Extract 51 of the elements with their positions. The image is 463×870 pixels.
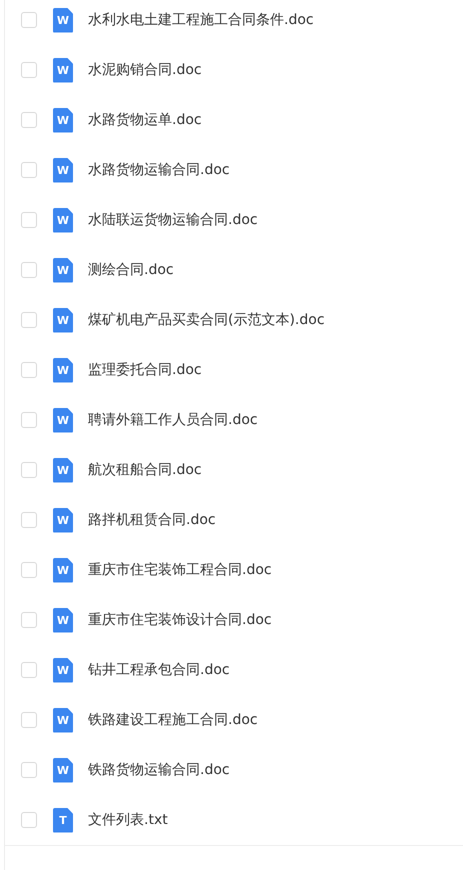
checkbox[interactable] bbox=[21, 162, 37, 178]
file-icon: W bbox=[53, 108, 73, 132]
file-name[interactable]: 聘请外籍工作人员合同.doc bbox=[88, 411, 258, 429]
file-icon: W bbox=[53, 708, 73, 732]
checkbox[interactable] bbox=[21, 462, 37, 478]
file-name[interactable]: 水利水电土建工程施工合同条件.doc bbox=[88, 11, 314, 29]
file-icon: W bbox=[53, 58, 73, 82]
file-name[interactable]: 水泥购销合同.doc bbox=[88, 61, 202, 79]
file-name[interactable]: 重庆市住宅装饰工程合同.doc bbox=[88, 561, 272, 579]
checkbox[interactable] bbox=[21, 562, 37, 578]
checkbox[interactable] bbox=[21, 712, 37, 728]
file-icon: W bbox=[53, 658, 73, 682]
checkbox[interactable] bbox=[21, 662, 37, 678]
file-icon: T bbox=[53, 808, 73, 832]
checkbox[interactable] bbox=[21, 262, 37, 278]
file-icon: W bbox=[53, 258, 73, 282]
checkbox[interactable] bbox=[21, 62, 37, 78]
checkbox[interactable] bbox=[21, 112, 37, 128]
file-icon: W bbox=[53, 158, 73, 182]
file-icon: W bbox=[53, 408, 73, 432]
file-name[interactable]: 铁路货物运输合同.doc bbox=[88, 761, 230, 779]
file-name[interactable]: 钻井工程承包合同.doc bbox=[88, 661, 230, 679]
file-name[interactable]: 文件列表.txt bbox=[88, 811, 168, 829]
file-name[interactable]: 测绘合同.doc bbox=[88, 261, 174, 279]
checkbox[interactable] bbox=[21, 212, 37, 228]
checkbox[interactable] bbox=[21, 412, 37, 428]
checkbox[interactable] bbox=[21, 612, 37, 628]
file-name[interactable]: 铁路建设工程施工合同.doc bbox=[88, 711, 258, 729]
checkbox[interactable] bbox=[21, 312, 37, 328]
file-name[interactable]: 水路货物运输合同.doc bbox=[88, 161, 230, 179]
file-name[interactable]: 水路货物运单.doc bbox=[88, 111, 202, 129]
file-icon: W bbox=[53, 508, 73, 532]
file-name[interactable]: 路拌机租赁合同.doc bbox=[88, 511, 216, 529]
file-icon: W bbox=[53, 558, 73, 582]
file-icon: W bbox=[53, 208, 73, 232]
file-name[interactable]: 煤矿机电产品买卖合同(示范文本).doc bbox=[88, 311, 325, 329]
file-icon: W bbox=[53, 758, 73, 782]
file-icon: W bbox=[53, 308, 73, 332]
checkbox[interactable] bbox=[21, 812, 37, 828]
checkbox[interactable] bbox=[21, 362, 37, 378]
file-name[interactable]: 航次租船合同.doc bbox=[88, 461, 202, 479]
checkbox[interactable] bbox=[21, 12, 37, 28]
file-name[interactable]: 重庆市住宅装饰设计合同.doc bbox=[88, 611, 272, 629]
file-name[interactable]: 监理委托合同.doc bbox=[88, 361, 202, 379]
file-icon: W bbox=[53, 8, 73, 32]
file-icon: W bbox=[53, 358, 73, 382]
file-icon: W bbox=[53, 458, 73, 482]
checkbox[interactable] bbox=[21, 512, 37, 528]
file-name[interactable]: 水陆联运货物运输合同.doc bbox=[88, 211, 258, 229]
checkbox[interactable] bbox=[21, 762, 37, 778]
file-icon: W bbox=[53, 608, 73, 632]
